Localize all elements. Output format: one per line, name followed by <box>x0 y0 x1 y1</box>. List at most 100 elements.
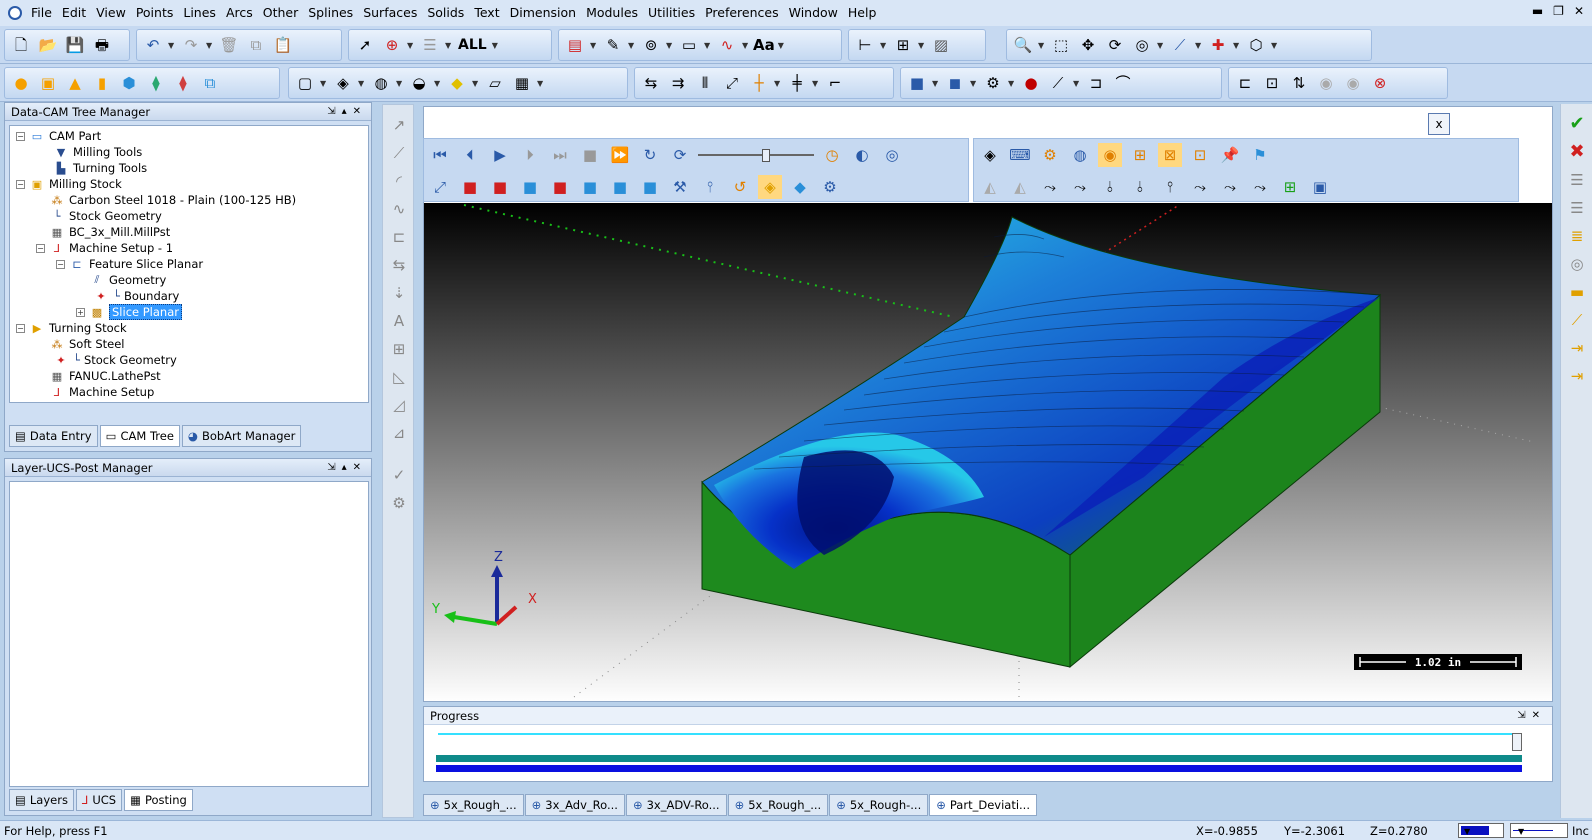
doc-tab-3x-adv-ro-2[interactable]: ⊕ 3x_ADV-Ro... <box>625 794 727 816</box>
plane-icon[interactable]: ▢ <box>293 71 317 95</box>
cam-path-icon[interactable]: ⟋ <box>1046 71 1070 95</box>
boolean-subtract-icon[interactable]: ⧫ <box>171 71 195 95</box>
layer-icon[interactable]: ▤ <box>563 33 587 57</box>
path-h-icon[interactable]: ⤳ <box>1248 175 1272 199</box>
tree-node-boundary[interactable]: ✦ └ Boundary <box>94 288 179 304</box>
stock-display-icon[interactable]: ◈ <box>758 175 782 199</box>
tree-node-turning-stock-geometry[interactable]: ✦ └ Stock Geometry <box>54 352 176 368</box>
cam-tool-dropdown-icon[interactable]: ▼ <box>1008 79 1016 88</box>
dynamic-view-dropdown-icon[interactable]: ▼ <box>1157 41 1165 50</box>
trim-icon[interactable]: ┼ <box>747 71 771 95</box>
tree-node-mill-post[interactable]: ▦ BC_3x_Mill.MillPst <box>50 224 170 240</box>
select-all-button[interactable]: ALL <box>456 37 489 53</box>
undo-icon[interactable]: ↶ <box>141 33 165 57</box>
dimension-icon[interactable]: ⊢ <box>853 33 877 57</box>
redo-icon[interactable]: ↷ <box>179 33 203 57</box>
menu-help[interactable]: Help <box>843 0 882 26</box>
tree-node-slice-planar[interactable]: ▩ Slice Planar <box>90 304 182 320</box>
menu-modules[interactable]: Modules <box>581 0 643 26</box>
render-sphere-icon[interactable]: ◉ <box>1314 71 1338 95</box>
path-f-icon[interactable]: ⤳ <box>1188 175 1212 199</box>
minimize-icon[interactable]: ▬ <box>1532 4 1543 18</box>
panel-controls[interactable]: ⇲▴✕ <box>327 459 367 477</box>
print-icon[interactable]: 🖶 <box>90 33 114 57</box>
flag-icon[interactable]: ⚑ <box>1248 143 1272 167</box>
render-clear-icon[interactable]: ⊗ <box>1368 71 1392 95</box>
path-a-icon[interactable]: ⤳ <box>1038 175 1062 199</box>
skip-icon[interactable]: ⏩ <box>608 143 632 167</box>
menu-solids[interactable]: Solids <box>422 0 469 26</box>
plane-dropdown-icon[interactable]: ▼ <box>320 79 328 88</box>
new-file-icon[interactable]: 🗋 <box>9 33 33 57</box>
surface-revolve-dropdown-icon[interactable]: ▼ <box>396 79 404 88</box>
rewind-start-icon[interactable]: ⏮ <box>428 143 452 167</box>
doc-tab-part-deviation[interactable]: ⊕ Part_Deviati... <box>929 794 1037 816</box>
dimension-vertical-icon[interactable]: ⊞ <box>891 33 915 57</box>
pen-icon[interactable]: ✎ <box>601 33 625 57</box>
spline-color-icon[interactable]: ∿ <box>715 33 739 57</box>
cam-arch-icon[interactable]: ⌒ <box>1111 71 1135 95</box>
cam-part-dropdown-icon[interactable]: ▼ <box>970 79 978 88</box>
view-cube-icon[interactable]: ⬡ <box>1244 33 1268 57</box>
menu-preferences[interactable]: Preferences <box>700 0 784 26</box>
add-select-icon[interactable]: ⊕ <box>380 33 404 57</box>
menu-file[interactable]: File <box>26 0 57 26</box>
cam-path-dropdown-icon[interactable]: ▼ <box>1073 79 1081 88</box>
tab-cam-tree[interactable]: ▭ CAM Tree <box>99 425 180 447</box>
view-back-icon[interactable]: ■ <box>608 175 632 199</box>
pan-icon[interactable]: ✥ <box>1076 33 1100 57</box>
view-left-icon[interactable]: ■ <box>578 175 602 199</box>
menu-splines[interactable]: Splines <box>303 0 358 26</box>
paste-icon[interactable]: 📋 <box>271 33 295 57</box>
cam-tool-icon[interactable]: ⊿ <box>389 423 409 443</box>
tree-layout-icon[interactable]: ⊏ <box>1233 71 1257 95</box>
surface-trim-icon[interactable]: ▱ <box>483 71 507 95</box>
surface-patch-icon[interactable]: ◆ <box>445 71 469 95</box>
globe-icon[interactable]: ◍ <box>1068 143 1092 167</box>
surface-extrude-icon[interactable]: ◈ <box>331 71 355 95</box>
sphere-icon[interactable]: ● <box>9 71 33 95</box>
select-list-dropdown-icon[interactable]: ▼ <box>445 41 453 50</box>
undo-dropdown-icon[interactable]: ▼ <box>168 41 176 50</box>
text-style-dropdown-icon[interactable]: ▼ <box>778 41 786 50</box>
tab-bobart-manager[interactable]: ◕ BobArt Manager <box>181 425 302 447</box>
view-right-icon[interactable]: ■ <box>548 175 572 199</box>
view-front-icon[interactable]: ■ <box>518 175 542 199</box>
drop-2-icon[interactable]: ◭ <box>1008 175 1032 199</box>
collision-icon[interactable]: ◉ <box>1098 143 1122 167</box>
holder-icon[interactable]: ⫯ <box>698 175 722 199</box>
collapse-icon[interactable]: − <box>16 180 25 189</box>
compare-3-icon[interactable]: ⊡ <box>1188 143 1212 167</box>
close-icon[interactable]: ✕ <box>1574 4 1584 18</box>
color-picker[interactable]: ▼ <box>1458 823 1504 838</box>
move-icon[interactable]: ⇆ <box>639 71 663 95</box>
ucs-icon[interactable]: ✚ <box>1206 33 1230 57</box>
path-b-icon[interactable]: ⤳ <box>1068 175 1092 199</box>
box-icon[interactable]: ▣ <box>36 71 60 95</box>
dimension-vertical-dropdown-icon[interactable]: ▼ <box>918 41 926 50</box>
tree-node-soft-steel[interactable]: ⁂ Soft Steel <box>50 336 125 352</box>
doc-tab-5x-rough-2[interactable]: ⊕ 5x_Rough_... <box>727 794 829 816</box>
view-iso-icon[interactable]: ■ <box>458 175 482 199</box>
cam-bracket-icon[interactable]: ⊐ <box>1084 71 1108 95</box>
cone-icon[interactable]: ▲ <box>63 71 87 95</box>
menu-text[interactable]: Text <box>469 0 504 26</box>
snap-dropdown-icon[interactable]: ▼ <box>1195 41 1203 50</box>
align-right-2-icon[interactable]: ⇥ <box>1567 366 1587 386</box>
rotate-view-icon[interactable]: ⟳ <box>1103 33 1127 57</box>
menu-utilities[interactable]: Utilities <box>643 0 700 26</box>
layers-stack-icon[interactable]: ≣ <box>1567 226 1587 246</box>
tree-node-feature-slice-planar[interactable]: ⊏ Feature Slice Planar <box>70 256 203 272</box>
doc-tab-5x-rough-1[interactable]: ⊕ 5x_Rough_... <box>423 794 524 816</box>
sim-settings-icon[interactable]: ⚙ <box>1038 143 1062 167</box>
line-style-picker[interactable]: ▼ <box>1510 823 1568 838</box>
edit-tool-icon[interactable]: ◿ <box>389 395 409 415</box>
menu-points[interactable]: Points <box>131 0 179 26</box>
progress-slider-thumb[interactable] <box>1512 733 1522 751</box>
report-icon[interactable]: ▣ <box>1308 175 1332 199</box>
compare-2-icon[interactable]: ⊠ <box>1158 143 1182 167</box>
step-forward-icon[interactable]: ⏵ <box>518 143 542 167</box>
pin-icon[interactable]: 📌 <box>1218 143 1242 167</box>
cam-part-icon[interactable]: ◼ <box>943 71 967 95</box>
spline-color-dropdown-icon[interactable]: ▼ <box>742 41 750 50</box>
